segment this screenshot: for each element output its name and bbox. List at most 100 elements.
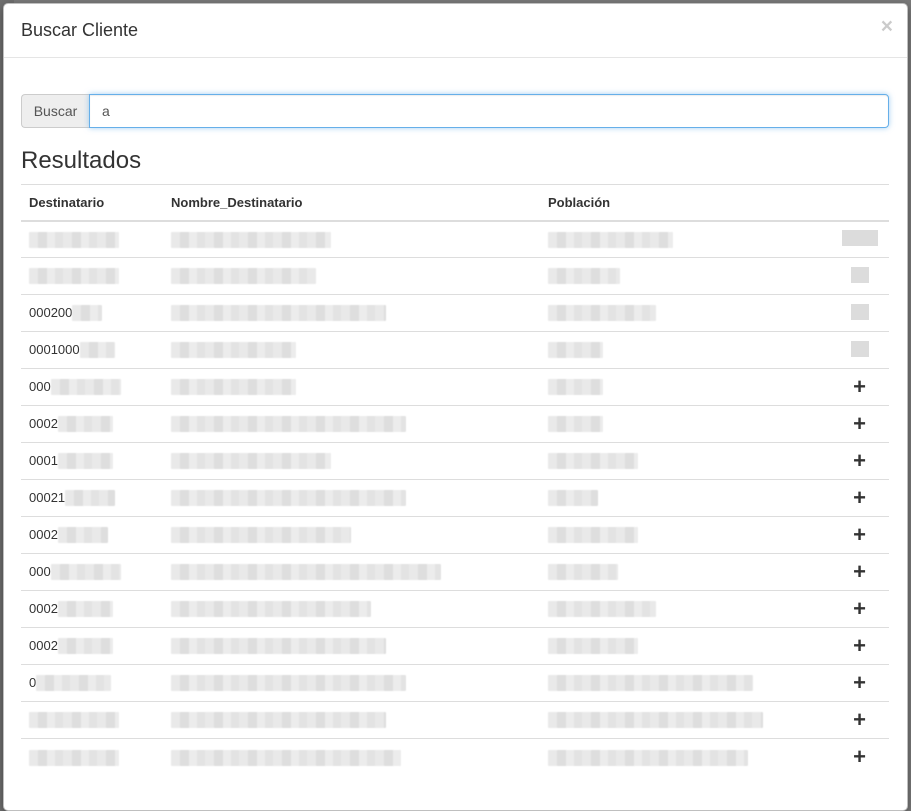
cell-poblacion <box>540 738 830 776</box>
table-row[interactable]: 0001000 <box>21 331 889 369</box>
add-client-button[interactable]: + <box>853 598 866 620</box>
destinatario-value: 0002 <box>29 415 58 431</box>
table-row[interactable]: + <box>21 738 889 776</box>
table-row[interactable]: 0002 + <box>21 405 889 443</box>
cell-actions <box>830 331 889 369</box>
add-client-button[interactable]: + <box>853 561 866 583</box>
cell-nombre-destinatario <box>163 479 540 517</box>
redacted-text <box>171 231 331 248</box>
cell-poblacion <box>540 627 830 665</box>
add-client-button[interactable]: + <box>853 709 866 731</box>
redacted-text <box>171 305 386 322</box>
redacted-text <box>171 527 351 544</box>
redacted-text <box>171 379 296 396</box>
destinatario-value: 00021 <box>29 489 66 505</box>
add-client-button[interactable]: + <box>853 487 866 509</box>
table-row[interactable] <box>21 257 889 295</box>
cell-actions: + <box>830 516 889 554</box>
redacted-text <box>171 490 406 507</box>
cell-actions: + <box>830 664 889 702</box>
results-body: 000200 0001000 000 +0002 +0001 +00021 +0002 +00… <box>21 221 889 776</box>
redacted-text <box>548 342 603 359</box>
destinatario-value: 0001000 <box>29 341 80 357</box>
cell-actions <box>830 257 889 295</box>
destinatario-value: 0002 <box>29 637 58 653</box>
cell-destinatario: 0002 <box>21 627 163 665</box>
cell-actions: + <box>830 442 889 480</box>
table-row[interactable]: 000200 <box>21 294 889 332</box>
add-client-button[interactable]: + <box>853 413 866 435</box>
add-client-button[interactable]: + <box>853 746 866 768</box>
cell-poblacion <box>540 479 830 517</box>
cell-actions: + <box>830 590 889 628</box>
redacted-text <box>548 601 656 618</box>
column-header-destinatario: Destinatario <box>21 184 163 222</box>
add-client-button[interactable]: + <box>853 672 866 694</box>
redacted-text <box>548 305 656 322</box>
cell-nombre-destinatario <box>163 664 540 702</box>
redacted-text <box>548 490 598 507</box>
modal-title: Buscar Cliente <box>21 20 139 40</box>
cell-nombre-destinatario <box>163 553 540 591</box>
cell-poblacion <box>540 590 830 628</box>
modal-header: Buscar Cliente × <box>4 4 907 58</box>
results-title: Resultados <box>21 147 142 174</box>
table-row[interactable]: 000 + <box>21 553 889 591</box>
redacted-text <box>548 379 603 396</box>
add-client-button[interactable]: + <box>853 524 866 546</box>
redacted-text <box>171 416 406 433</box>
cell-nombre-destinatario <box>163 257 540 295</box>
redacted-text <box>29 749 119 766</box>
table-row[interactable]: 0002 + <box>21 627 889 665</box>
cell-actions: + <box>830 405 889 443</box>
table-row[interactable]: 0002 + <box>21 516 889 554</box>
table-row[interactable] <box>21 221 889 258</box>
cell-poblacion <box>540 442 830 480</box>
destinatario-value: 000 <box>29 378 51 394</box>
table-row[interactable]: 00021 + <box>21 479 889 517</box>
table-row[interactable]: 0 + <box>21 664 889 702</box>
destinatario-value: 0002 <box>29 526 58 542</box>
redacted-text <box>57 638 113 655</box>
table-row[interactable]: 0001 + <box>21 442 889 480</box>
redacted-text <box>548 527 638 544</box>
cell-destinatario: 0001 <box>21 442 163 480</box>
column-header-nombre-destinatario: Nombre_Destinatario <box>163 184 540 222</box>
cell-poblacion <box>540 701 830 739</box>
cell-poblacion <box>540 405 830 443</box>
search-client-modal: Buscar Cliente × Buscar Resultados Desti… <box>3 3 908 811</box>
redacted-text <box>171 268 316 285</box>
cell-destinatario <box>21 738 163 776</box>
cell-actions: + <box>830 738 889 776</box>
redacted-text <box>65 490 116 507</box>
redacted-text <box>548 712 763 729</box>
redacted-text <box>171 342 296 359</box>
search-button[interactable]: Buscar <box>21 94 89 128</box>
add-client-button[interactable]: + <box>853 635 866 657</box>
redacted-text <box>171 749 401 766</box>
cell-poblacion <box>540 553 830 591</box>
add-client-button[interactable]: + <box>853 376 866 398</box>
redacted-text <box>548 231 673 248</box>
redacted-text <box>171 638 386 655</box>
cell-poblacion <box>540 331 830 369</box>
redacted-text <box>548 453 638 470</box>
cell-poblacion <box>540 516 830 554</box>
cell-nombre-destinatario <box>163 701 540 739</box>
redacted-text <box>841 229 878 246</box>
redacted-text <box>171 675 406 692</box>
cell-actions: + <box>830 368 889 406</box>
table-header-row: Destinatario Nombre_Destinatario Poblaci… <box>21 184 889 222</box>
search-input[interactable] <box>89 94 889 128</box>
table-row[interactable]: 0002 + <box>21 590 889 628</box>
cell-actions: + <box>830 701 889 739</box>
table-row[interactable]: 000 + <box>21 368 889 406</box>
redacted-text <box>79 342 115 359</box>
table-row[interactable]: + <box>21 701 889 739</box>
close-icon[interactable]: × <box>881 16 893 37</box>
cell-poblacion <box>540 368 830 406</box>
cell-nombre-destinatario <box>163 221 540 258</box>
redacted-text <box>57 527 108 544</box>
redacted-text <box>850 340 869 357</box>
add-client-button[interactable]: + <box>853 450 866 472</box>
